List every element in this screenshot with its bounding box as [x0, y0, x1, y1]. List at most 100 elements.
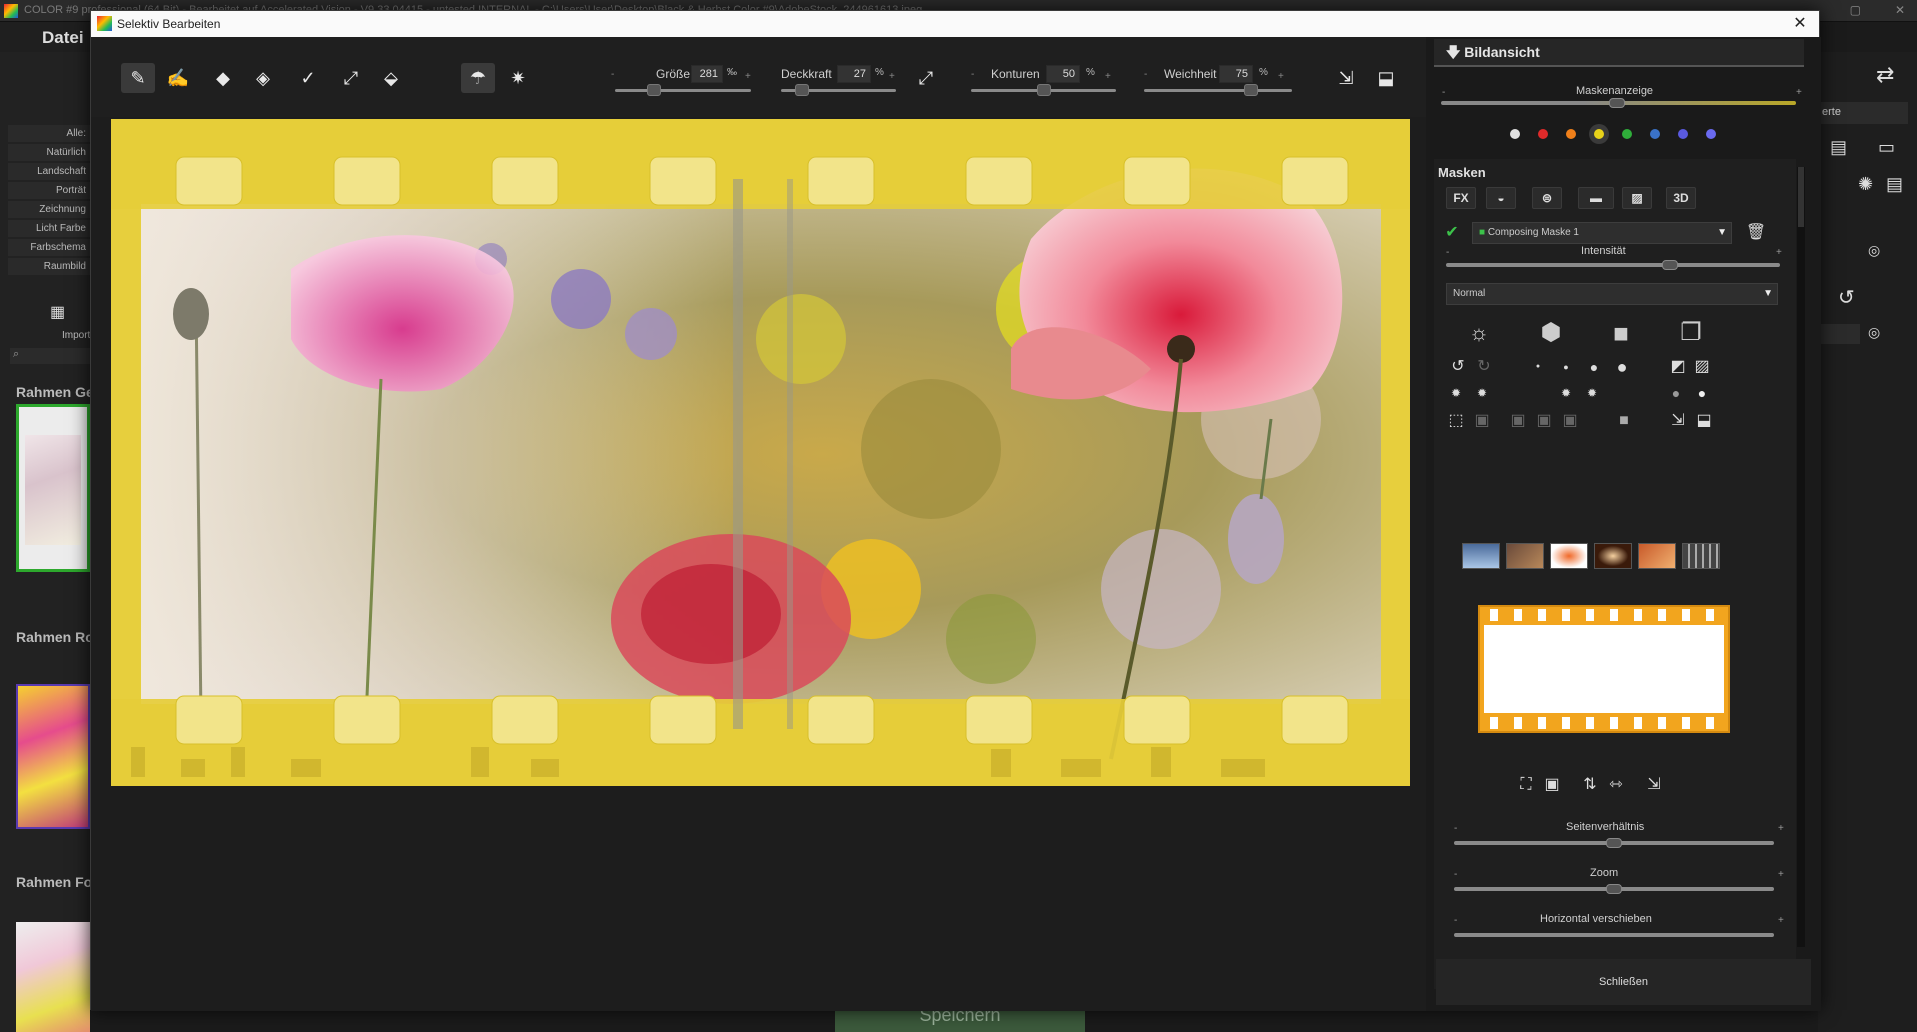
thumbnail-rahmen-fo[interactable]	[16, 922, 90, 1032]
mask-color-red[interactable]	[1538, 129, 1548, 139]
dialog-close-button[interactable]: ✕	[1787, 11, 1813, 37]
search-icon[interactable]: ⌕	[10, 348, 90, 364]
dark-dot-icon[interactable]: ●	[1664, 381, 1688, 405]
dropdown[interactable]	[1818, 324, 1860, 344]
contours-slider[interactable]: - Konturen 50 % +	[971, 65, 1116, 107]
maximize-button[interactable]: ▢	[1850, 3, 1861, 17]
sun-large-icon[interactable]: ✹	[1580, 381, 1604, 405]
delete-mask-icon[interactable]: 🗑	[1744, 221, 1768, 245]
mask-type-oval-button[interactable]: ◒	[1486, 187, 1516, 209]
softness-value[interactable]: 75	[1219, 65, 1253, 83]
image-preview[interactable]	[111, 119, 1410, 786]
light-icon[interactable]: ☼	[1464, 321, 1494, 345]
copy-shape-icon[interactable]: ❐	[1676, 321, 1706, 345]
opacity-slider[interactable]: Deckkraft 27 % +	[781, 65, 901, 107]
document-icon[interactable]: ▤	[1886, 174, 1903, 195]
flip-vertical-icon[interactable]: ⇅	[1578, 773, 1602, 797]
mask-type-3d-button[interactable]: 3D	[1666, 187, 1696, 209]
mask-type-gradient-button[interactable]: ▬	[1578, 187, 1614, 209]
export-icon[interactable]: ⬚	[1444, 409, 1468, 433]
texture-clouds-thumb[interactable]	[1462, 543, 1500, 569]
sun-small-icon[interactable]: ✹	[1554, 381, 1578, 405]
maskenanzeige-knob[interactable]	[1609, 98, 1625, 108]
import-label[interactable]: Import	[62, 330, 90, 341]
square-icon[interactable]: ■	[1606, 320, 1636, 346]
tool-icon[interactable]: ▭	[1878, 137, 1895, 158]
fill-bucket-icon[interactable]: ⬙	[374, 63, 408, 93]
brush-icon[interactable]: ✎	[121, 63, 155, 93]
mask-color-white[interactable]	[1510, 129, 1520, 139]
blend-mode-dropdown[interactable]: Normal ▼	[1446, 283, 1778, 305]
brush-size-l-icon[interactable]: ●	[1610, 355, 1634, 379]
mask-op-icon[interactable]: ▣	[1558, 409, 1582, 433]
sun-large-icon[interactable]: ✹	[1470, 381, 1494, 405]
mask-select-dropdown[interactable]: ■ Composing Maske 1 ▼	[1472, 222, 1732, 244]
load-mask-icon[interactable]: ⇲	[1329, 63, 1363, 93]
brush-size-xs-icon[interactable]: ●	[1526, 355, 1550, 379]
texture-wall-thumb[interactable]	[1506, 543, 1544, 569]
target-icon[interactable]: ◎	[1868, 242, 1880, 259]
mask-type-texture-button[interactable]: ▨	[1622, 187, 1652, 209]
eraser-edge-icon[interactable]: ◈	[246, 63, 280, 93]
close-button[interactable]: Schließen	[1436, 959, 1811, 1005]
pipette-icon[interactable]: ⤢	[909, 63, 943, 93]
load-mask-icon[interactable]: ⇲	[1642, 773, 1666, 797]
rotate-right-icon[interactable]: ↻	[1472, 355, 1496, 379]
mask-color-green[interactable]	[1622, 129, 1632, 139]
mask-type-fx-button[interactable]: FX	[1446, 187, 1476, 209]
eyedropper-icon[interactable]: ⤢	[334, 63, 368, 93]
mask-type-shape-button[interactable]: ⊜	[1532, 187, 1562, 209]
light-dot-icon[interactable]: ●	[1690, 381, 1714, 405]
size-slider[interactable]: - Größe 281 ‰ +	[611, 65, 751, 107]
grid-view-icon[interactable]: ▦	[50, 302, 65, 322]
size-slider-knob[interactable]	[647, 84, 661, 96]
undo-icon[interactable]: ↺	[1838, 285, 1855, 310]
save-mask-icon[interactable]: ⬓	[1369, 63, 1403, 93]
brush-edge-icon[interactable]: ✍	[161, 63, 195, 93]
texture-flare-thumb[interactable]	[1594, 543, 1632, 569]
brush-size-s-icon[interactable]: ●	[1554, 355, 1578, 379]
category-item[interactable]: Farbschema	[8, 239, 90, 256]
texture-warm-thumb[interactable]	[1638, 543, 1676, 569]
softness-slider-knob[interactable]	[1244, 84, 1258, 96]
brush-size-m-icon[interactable]: ●	[1582, 355, 1606, 379]
save-mask-icon[interactable]: ⬓	[1692, 409, 1716, 433]
target-icon[interactable]: ◎	[1868, 324, 1880, 341]
size-value[interactable]: 281	[691, 65, 723, 83]
category-item[interactable]: Natürlich	[8, 144, 90, 161]
opacity-value[interactable]: 27	[837, 65, 871, 83]
contours-value[interactable]: 50	[1046, 65, 1080, 83]
image-mask-icon[interactable]: ▨	[1690, 355, 1714, 379]
mask-op-icon[interactable]: ▣	[1532, 409, 1556, 433]
texture-burst-thumb[interactable]	[1550, 543, 1588, 569]
gradient-brush-icon[interactable]: ✓	[291, 63, 325, 93]
mask-op-icon[interactable]: ▣	[1506, 409, 1530, 433]
smart-brush-icon[interactable]: ☂	[461, 63, 495, 93]
gradient-square-icon[interactable]: ■	[1612, 409, 1636, 433]
tool-icon[interactable]: ▤	[1830, 137, 1847, 158]
category-item[interactable]: Landschaft	[8, 163, 90, 180]
panel-scrollbar[interactable]	[1797, 167, 1805, 947]
window-close-button[interactable]: ✕	[1895, 3, 1905, 17]
mask-color-yellow[interactable]	[1594, 129, 1604, 139]
rotate-left-icon[interactable]: ↺	[1446, 355, 1470, 379]
contours-slider-knob[interactable]	[1037, 84, 1051, 96]
category-item[interactable]: Porträt	[8, 182, 90, 199]
eraser-icon[interactable]: ◆	[206, 63, 240, 93]
category-item[interactable]: Zeichnung	[8, 201, 90, 218]
invert-icon[interactable]: ◩	[1666, 355, 1690, 379]
horizontal-slider[interactable]	[1454, 933, 1774, 937]
softness-slider[interactable]: - Weichheit 75 % +	[1144, 65, 1294, 107]
thumbnail-rahmen-ge[interactable]	[16, 404, 90, 572]
magic-wand-icon[interactable]: ✷	[501, 63, 535, 93]
hexagon-icon[interactable]: ⬢	[1536, 321, 1566, 345]
fit-icon[interactable]: ⛶	[1514, 773, 1538, 797]
aperture-icon[interactable]: ✺	[1858, 174, 1873, 195]
mask-op-icon[interactable]: ▣	[1470, 409, 1494, 433]
mask-color-violet[interactable]	[1706, 129, 1716, 139]
category-item[interactable]: Alle:	[8, 125, 90, 142]
bildansicht-header[interactable]: 🡇 Bildansicht	[1434, 39, 1804, 67]
mask-enabled-check-icon[interactable]: ✔	[1440, 221, 1464, 245]
category-item[interactable]: Licht Farbe	[8, 220, 90, 237]
seitenverhaeltnis-knob[interactable]	[1606, 838, 1622, 848]
